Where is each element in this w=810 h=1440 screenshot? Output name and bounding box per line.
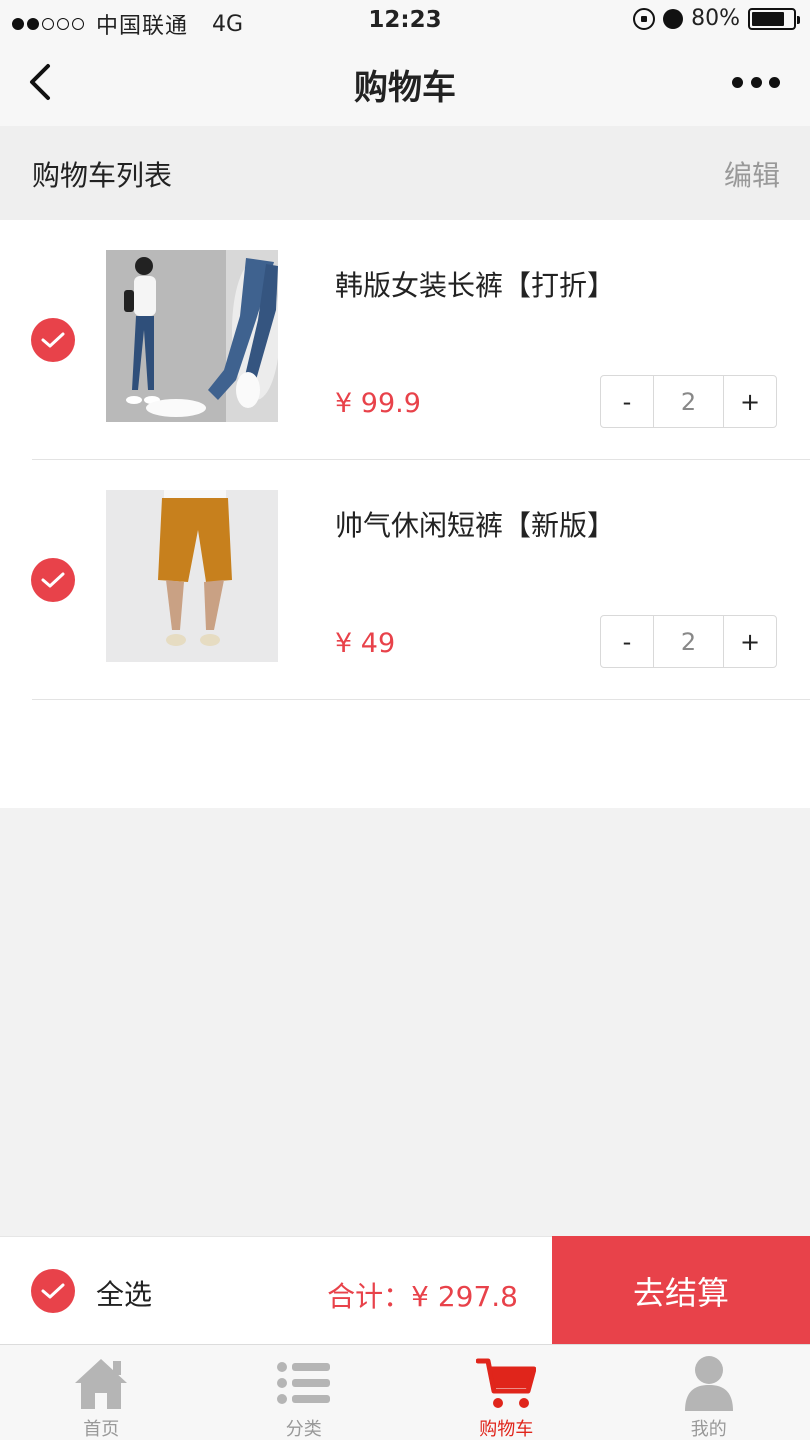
item-checkbox[interactable] — [31, 318, 75, 362]
quantity-value[interactable]: 2 — [653, 376, 724, 427]
product-name[interactable]: 帅气休闲短裤【新版】 — [335, 504, 615, 544]
tab-category[interactable]: 分类 — [203, 1345, 406, 1440]
user-icon — [684, 1356, 733, 1411]
status-right: 80% — [633, 6, 800, 31]
check-icon — [41, 572, 65, 588]
divider — [32, 699, 810, 700]
quantity-stepper: - 2 + — [600, 615, 777, 668]
status-bar: 中国联通 4G 12:23 80% — [0, 0, 810, 40]
alarm-icon — [663, 8, 684, 29]
item-checkbox[interactable] — [31, 558, 75, 602]
battery-percent: 80% — [691, 6, 740, 31]
checkout-bar: 全选 合计：¥ 297.8 去结算 — [0, 1236, 810, 1345]
cart-item: 韩版女装长裤【打折】 ¥ 99.9 - 2 + — [0, 220, 810, 460]
tab-label: 分类 — [285, 1419, 322, 1440]
more-options-icon[interactable] — [732, 70, 780, 94]
tab-profile[interactable]: 我的 — [608, 1345, 810, 1440]
product-image[interactable] — [106, 250, 278, 422]
cart-item: 帅气休闲短裤【新版】 ¥ 49 - 2 + — [0, 460, 810, 700]
product-name[interactable]: 韩版女装长裤【打折】 — [335, 264, 615, 304]
quantity-stepper: - 2 + — [600, 375, 777, 428]
edit-button[interactable]: 编辑 — [724, 154, 780, 194]
product-image[interactable] — [106, 490, 278, 662]
tab-label: 首页 — [83, 1419, 120, 1440]
cart-list-header: 购物车列表 编辑 — [0, 126, 810, 220]
nav-bar: 购物车 — [0, 40, 810, 126]
back-arrow-icon[interactable] — [24, 62, 64, 102]
decrease-button[interactable]: - — [601, 376, 653, 427]
tab-label: 我的 — [690, 1419, 727, 1440]
home-icon — [75, 1359, 128, 1409]
product-price: ¥ 49 — [335, 628, 396, 659]
total-price: 合计：¥ 297.8 — [327, 1280, 518, 1313]
increase-button[interactable]: + — [724, 616, 776, 667]
page-title: 购物车 — [354, 68, 456, 108]
cart-list: 韩版女装长裤【打折】 ¥ 99.9 - 2 + 帅气休闲短裤【新版】 ¥ 49 — [0, 220, 810, 808]
rotation-lock-icon — [633, 7, 656, 30]
cart-icon — [476, 1358, 537, 1408]
product-price: ¥ 99.9 — [335, 388, 421, 419]
tab-home[interactable]: 首页 — [0, 1345, 203, 1440]
battery-icon — [748, 7, 800, 30]
increase-button[interactable]: + — [724, 376, 776, 427]
select-all-label[interactable]: 全选 — [96, 1273, 152, 1313]
tab-bar: 首页 分类 购物车 我的 — [0, 1344, 810, 1440]
quantity-value[interactable]: 2 — [653, 616, 724, 667]
select-all-checkbox[interactable] — [31, 1269, 75, 1313]
list-icon — [276, 1362, 330, 1404]
tab-cart[interactable]: 购物车 — [405, 1345, 608, 1440]
decrease-button[interactable]: - — [601, 616, 653, 667]
check-icon — [41, 1283, 65, 1299]
checkout-button[interactable]: 去结算 — [552, 1236, 810, 1345]
section-title: 购物车列表 — [32, 159, 173, 192]
check-icon — [41, 332, 65, 348]
tab-label: 购物车 — [479, 1419, 534, 1440]
